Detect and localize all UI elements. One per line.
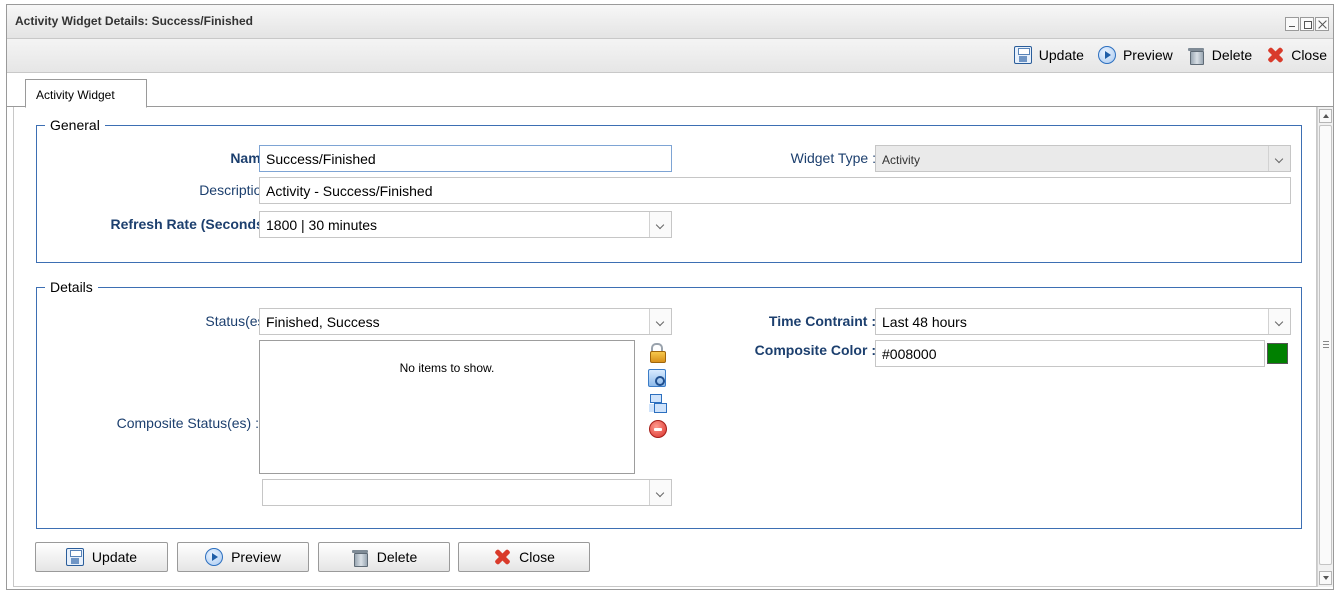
toolbar-close-button[interactable]: Close [1266,46,1327,64]
preview-button[interactable]: Preview [177,542,309,572]
chevron-down-icon [1268,146,1290,171]
window-title: Activity Widget Details: Success/Finishe… [15,14,253,28]
composite-statuses-label: Composite Status(es) : [116,415,259,431]
time-constraint-value: Last 48 hours [882,314,967,330]
toolbar: Update Preview Delete Close [7,39,1333,73]
save-icon [65,548,84,566]
save-icon [1013,46,1032,64]
toolbar-delete-button[interactable]: Delete [1187,46,1253,65]
composite-color-field[interactable]: #008000 [875,340,1265,367]
preview-icon [1097,46,1116,64]
composite-color-swatch[interactable] [1267,343,1288,364]
general-group: General Name : Success/Finished Widget T… [36,117,1302,263]
remove-icon[interactable] [649,420,667,438]
refresh-rate-select[interactable]: 1800 | 30 minutes [259,211,672,238]
preview-button-label: Preview [231,549,281,565]
unlock-icon[interactable] [648,343,666,363]
delete-icon [351,548,369,567]
general-legend: General [45,117,105,133]
minimize-icon[interactable] [1285,17,1299,31]
update-button-label: Update [91,549,138,565]
delete-button-label: Delete [376,549,418,565]
widget-type-select[interactable]: Activity [875,145,1291,172]
scrollbar-thumb[interactable] [1319,125,1332,565]
statuses-value: Finished, Success [266,314,380,330]
delete-button[interactable]: Delete [318,542,450,572]
time-constraint-select[interactable]: Last 48 hours [875,308,1291,335]
description-field[interactable]: Activity - Success/Finished [259,177,1291,204]
statuses-select[interactable]: Finished, Success [259,308,672,335]
composite-statuses-list[interactable]: No items to show. [259,340,635,474]
toolbar-update-button[interactable]: Update [1013,46,1084,64]
delete-icon [1187,46,1205,65]
toolbar-preview-button[interactable]: Preview [1097,46,1173,64]
tab-content: General Name : Success/Finished Widget T… [13,107,1317,587]
scroll-up-icon[interactable] [1319,109,1332,123]
refresh-rate-value: 1800 | 30 minutes [266,217,378,233]
tab-strip: Activity Widget [7,73,1333,108]
toolbar-delete-label: Delete [1211,47,1253,63]
activity-widget-details-window: Activity Widget Details: Success/Finishe… [6,4,1334,590]
window-close-icon[interactable] [1315,17,1329,31]
name-field[interactable]: Success/Finished [259,145,672,172]
toolbar-preview-label: Preview [1122,47,1173,63]
close-button-label: Close [519,549,555,565]
update-button[interactable]: Update [35,542,168,572]
tab-activity-widget[interactable]: Activity Widget [25,79,147,108]
widget-type-label: Widget Type : [790,150,876,166]
grip-icon [1323,341,1329,348]
vertical-scrollbar[interactable] [1317,107,1333,587]
chevron-down-icon [649,309,671,334]
scroll-down-icon[interactable] [1319,571,1332,585]
window-controls [1284,17,1329,31]
chevron-down-icon [649,212,671,237]
preview-icon [205,548,224,566]
composite-statuses-empty-message: No items to show. [399,361,495,375]
widget-type-value: Activity [882,153,921,167]
chevron-down-icon [1268,309,1290,334]
chevron-down-icon [649,480,671,505]
composite-color-label: Composite Color : [754,342,876,358]
toolbar-update-label: Update [1038,47,1084,63]
find-icon[interactable] [648,369,666,387]
maximize-icon[interactable] [1300,17,1314,31]
close-icon [493,548,511,566]
toolbar-actions: Update Preview Delete Close [1000,46,1327,65]
details-group: Details Status(es) : Finished, Success T… [36,279,1302,529]
composite-status-select[interactable] [262,479,672,506]
window-titlebar[interactable]: Activity Widget Details: Success/Finishe… [7,5,1333,39]
close-icon [1266,46,1284,64]
details-legend: Details [45,279,98,295]
refresh-rate-label: Refresh Rate (Seconds) : [110,216,277,232]
tree-icon[interactable] [648,394,667,413]
toolbar-close-label: Close [1291,47,1327,63]
close-button[interactable]: Close [458,542,590,572]
time-constraint-label: Time Contraint : [768,313,876,329]
